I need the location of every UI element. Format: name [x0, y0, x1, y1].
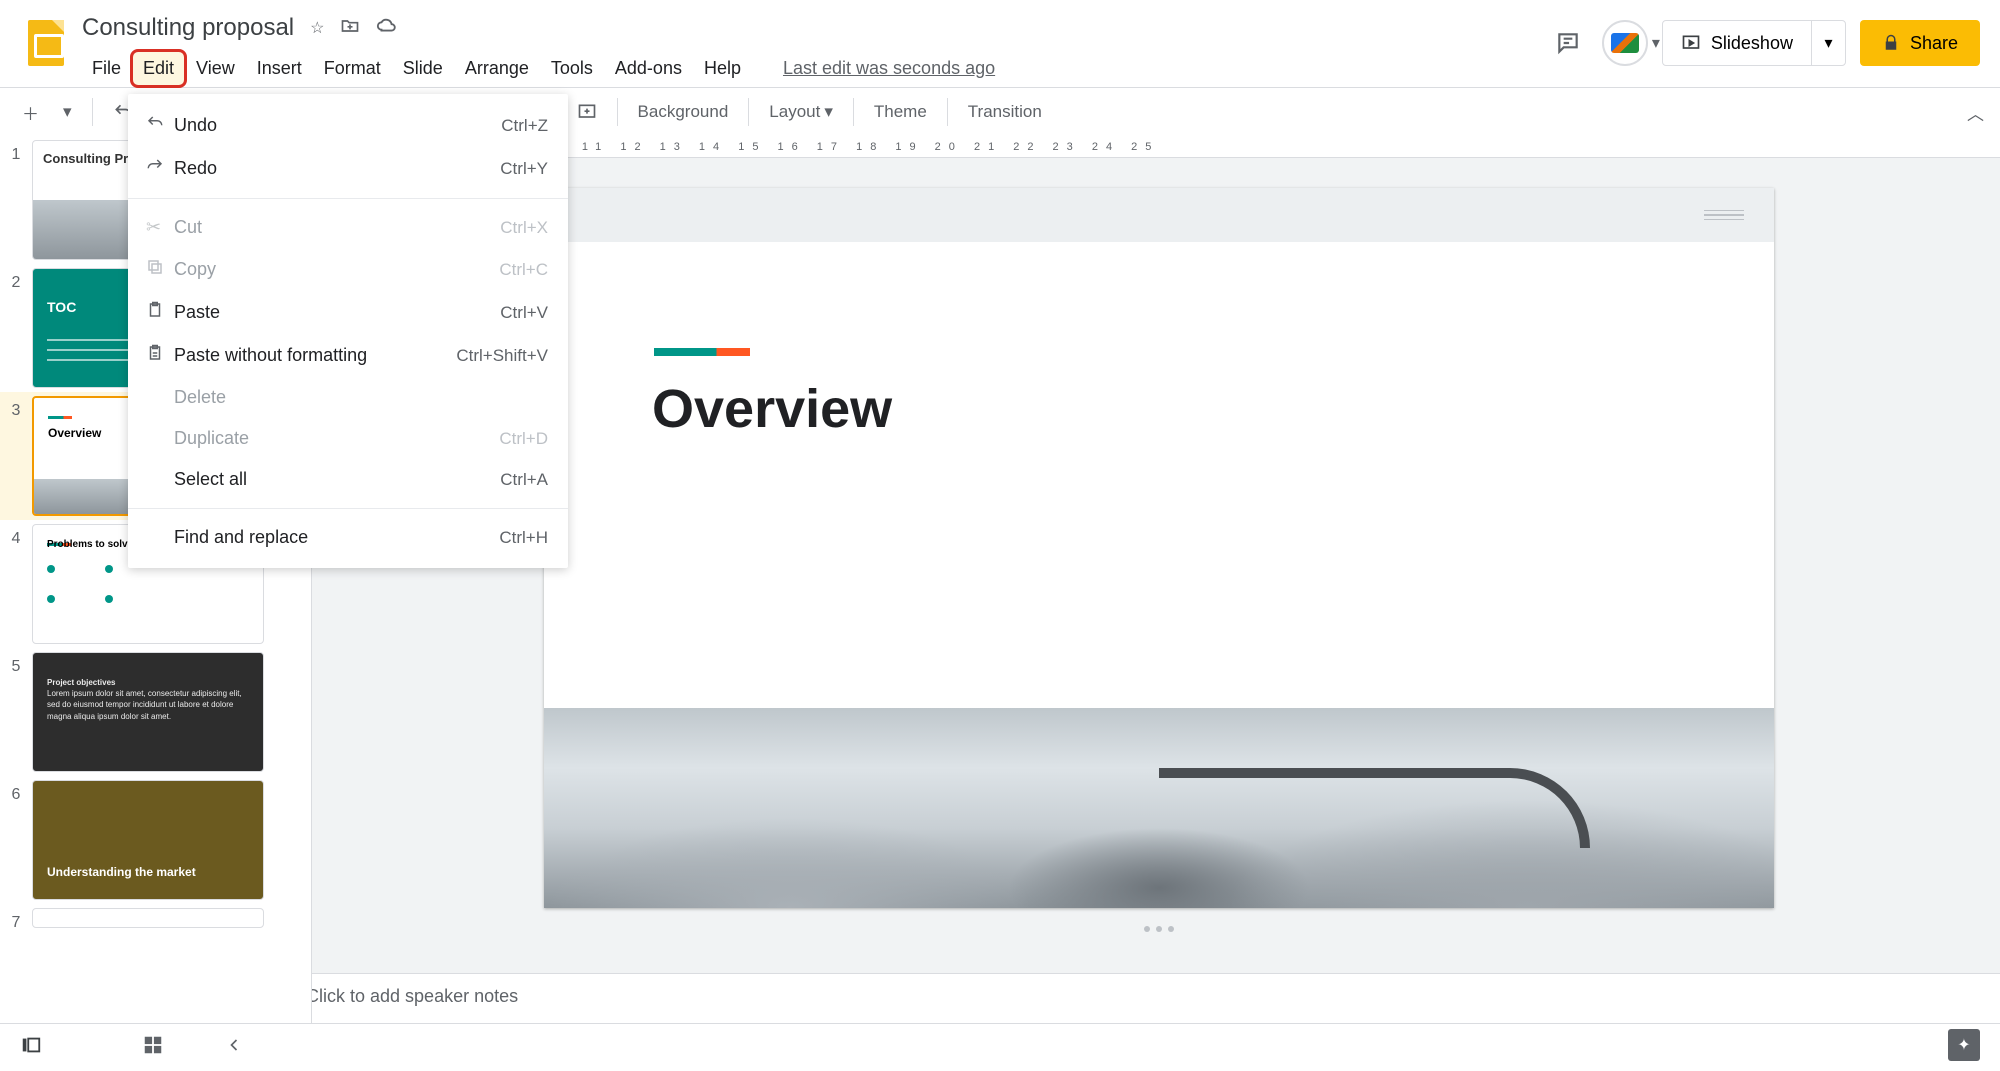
menu-edit[interactable]: Edit: [133, 52, 184, 85]
speaker-notes[interactable]: Click to add speaker notes: [278, 973, 2000, 1023]
new-slide-dropdown[interactable]: ▾: [53, 96, 82, 128]
theme-button[interactable]: Theme: [864, 96, 937, 128]
slide-canvas[interactable]: Overview: [544, 188, 1774, 908]
menu-item-copy: Copy Ctrl+C: [128, 248, 568, 291]
copy-icon: [146, 258, 174, 281]
slide-number: 5: [0, 652, 32, 772]
menu-item-undo[interactable]: Undo Ctrl+Z: [128, 104, 568, 147]
cut-icon: ✂: [146, 217, 174, 238]
menu-file[interactable]: File: [82, 52, 131, 85]
slide-number: 7: [0, 908, 32, 932]
slide-thumbnail-6[interactable]: Understanding the market: [32, 780, 264, 900]
collapse-toolbar-icon[interactable]: ︿: [1967, 100, 1984, 125]
slide-title-text[interactable]: Overview: [652, 378, 892, 440]
slide-number: 6: [0, 780, 32, 900]
menu-item-redo[interactable]: Redo Ctrl+Y: [128, 147, 568, 190]
menubar: File Edit View Insert Format Slide Arran…: [82, 52, 1548, 85]
slide-number: 2: [0, 268, 32, 388]
lock-icon: [1882, 34, 1900, 52]
share-button[interactable]: Share: [1860, 20, 1980, 66]
background-button[interactable]: Background: [628, 96, 739, 128]
present-icon: [1681, 33, 1701, 53]
menu-item-cut: ✂ Cut Ctrl+X: [128, 207, 568, 248]
accent-bar[interactable]: [654, 348, 750, 356]
bottom-bar: [0, 1023, 2000, 1071]
grid-view-icon[interactable]: [142, 1034, 164, 1061]
chevron-left-icon[interactable]: [224, 1035, 244, 1060]
menu-item-paste-without-formatting[interactable]: Paste without formatting Ctrl+Shift+V: [128, 334, 568, 377]
cloud-status-icon[interactable]: [376, 15, 398, 42]
app-logo[interactable]: [20, 10, 72, 66]
slide-thumbnail-5[interactable]: Project objectivesLorem ipsum dolor sit …: [32, 652, 264, 772]
comments-icon[interactable]: [1548, 23, 1588, 63]
comment-insert-button[interactable]: [567, 96, 607, 128]
explore-button[interactable]: ✦: [1948, 1029, 1980, 1061]
menu-item-select-all[interactable]: Select all Ctrl+A: [128, 459, 568, 500]
menu-item-paste[interactable]: Paste Ctrl+V: [128, 291, 568, 334]
slide-image[interactable]: [544, 708, 1774, 908]
last-edit-link[interactable]: Last edit was seconds ago: [773, 52, 1005, 85]
layout-button[interactable]: Layout ▾: [759, 96, 843, 128]
undo-icon: [146, 114, 174, 137]
menu-view[interactable]: View: [186, 52, 245, 85]
pane-resize-handle[interactable]: [1144, 926, 1174, 932]
document-title[interactable]: Consulting proposal: [82, 14, 294, 42]
paste-icon: [146, 301, 174, 324]
slide-number: 3: [0, 396, 32, 516]
slideshow-dropdown[interactable]: ▾: [1811, 21, 1845, 65]
menu-help[interactable]: Help: [694, 52, 751, 85]
new-slide-button[interactable]: ＋: [12, 94, 49, 131]
slideshow-button[interactable]: Slideshow ▾: [1662, 20, 1846, 66]
menu-item-find-replace[interactable]: Find and replace Ctrl+H: [128, 517, 568, 558]
slide-number: 1: [0, 140, 32, 260]
slide-number: 4: [0, 524, 32, 644]
menu-insert[interactable]: Insert: [247, 52, 312, 85]
menu-addons[interactable]: Add-ons: [605, 52, 692, 85]
menu-format[interactable]: Format: [314, 52, 391, 85]
paste-plain-icon: [146, 344, 174, 367]
caret-down-icon: ▾: [1652, 33, 1660, 53]
slide-header-shape[interactable]: [544, 188, 1774, 242]
drag-handle-icon[interactable]: [1704, 210, 1744, 220]
move-to-folder-icon[interactable]: [340, 16, 360, 41]
menu-slide[interactable]: Slide: [393, 52, 453, 85]
edit-menu-dropdown: Undo Ctrl+Z Redo Ctrl+Y ✂ Cut Ctrl+X Cop…: [128, 94, 568, 568]
meet-button[interactable]: ▾: [1602, 20, 1648, 66]
filmstrip-view-icon[interactable]: [20, 1034, 42, 1061]
menu-item-delete: Delete: [128, 377, 568, 418]
menu-tools[interactable]: Tools: [541, 52, 603, 85]
star-icon[interactable]: ☆: [310, 18, 324, 38]
menu-item-duplicate: Duplicate Ctrl+D: [128, 418, 568, 459]
transition-button[interactable]: Transition: [958, 96, 1052, 128]
menu-arrange[interactable]: Arrange: [455, 52, 539, 85]
slide-thumbnail-7[interactable]: [32, 908, 264, 928]
redo-icon: [146, 157, 174, 180]
